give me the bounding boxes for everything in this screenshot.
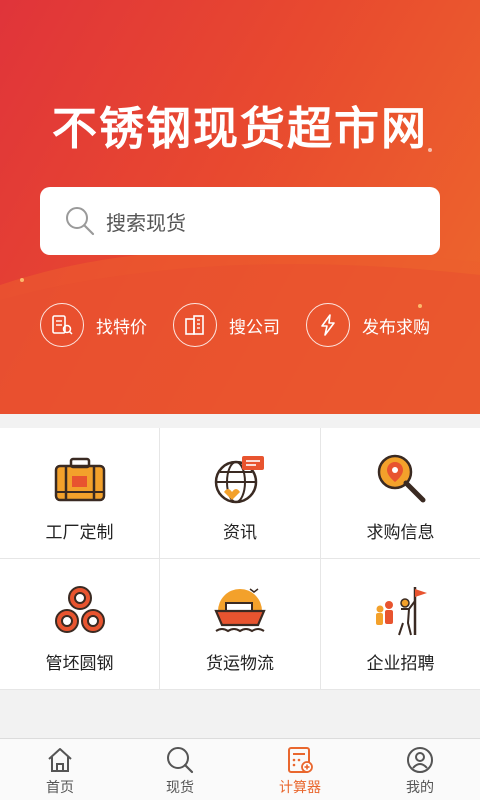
- grid-item-recruitment[interactable]: 企业招聘: [321, 559, 480, 689]
- grid-item-freight-logistics[interactable]: 货运物流: [160, 559, 320, 689]
- grid-item-news[interactable]: 资讯: [160, 428, 320, 558]
- recruit-people-icon: [375, 587, 427, 636]
- grid-item-pipe-round-steel[interactable]: 管坯圆钢: [0, 559, 159, 689]
- grid-item-label: 货运物流: [206, 654, 274, 674]
- grid-item-purchase-info[interactable]: 求购信息: [321, 428, 480, 558]
- price-tag-list-icon: [40, 303, 84, 347]
- search-icon: [167, 747, 194, 774]
- tab-label: 现货: [166, 780, 194, 796]
- tab-calculator[interactable]: 计算器: [240, 739, 360, 800]
- tab-profile[interactable]: 我的: [360, 739, 480, 800]
- app-title: 不锈钢现货超市网: [51, 102, 428, 155]
- tab-label: 首页: [46, 780, 74, 796]
- quick-link-label: 搜公司: [229, 317, 280, 338]
- tab-label: 计算器: [279, 780, 321, 796]
- quick-link-special-price[interactable]: 找特价: [40, 303, 147, 347]
- suitcase-icon: [54, 457, 105, 502]
- grid-item-label: 资讯: [223, 523, 257, 543]
- search-bar[interactable]: 搜索现货: [40, 187, 440, 255]
- tab-spot-goods[interactable]: 现货: [120, 739, 240, 800]
- company-building-icon: [173, 303, 217, 347]
- home-icon: [48, 748, 72, 772]
- search-icon: [66, 207, 95, 236]
- bottom-tab-bar: 首页 现货 计算器 我的: [0, 738, 480, 800]
- cargo-ship-icon: [214, 588, 266, 633]
- lightning-icon: [306, 303, 350, 347]
- quick-link-label: 发布求购: [362, 317, 430, 338]
- user-icon: [407, 747, 433, 773]
- feature-grid: 工厂定制 资讯 求购信息 管坯圆钢 货运物流 企业招聘: [0, 428, 480, 690]
- quick-link-label: 找特价: [96, 317, 147, 338]
- quick-link-search-company[interactable]: 搜公司: [173, 303, 280, 347]
- globe-chat-icon: [214, 456, 264, 504]
- grid-item-factory-custom[interactable]: 工厂定制: [0, 428, 159, 558]
- pipe-stack-icon: [54, 586, 105, 633]
- grid-item-label: 求购信息: [366, 523, 435, 543]
- tab-home[interactable]: 首页: [0, 739, 120, 800]
- search-placeholder: 搜索现货: [106, 210, 186, 235]
- grid-item-label: 管坯圆钢: [45, 654, 114, 674]
- grid-item-label: 企业招聘: [366, 654, 435, 674]
- grid-item-label: 工厂定制: [45, 523, 114, 543]
- location-search-icon: [377, 454, 425, 503]
- tab-label: 我的: [406, 780, 434, 796]
- calculator-icon: [288, 747, 313, 773]
- quick-link-post-request[interactable]: 发布求购: [306, 303, 430, 347]
- hero-banner: 不锈钢现货超市网 搜索现货 找特价 搜公司 发布求购: [0, 0, 480, 414]
